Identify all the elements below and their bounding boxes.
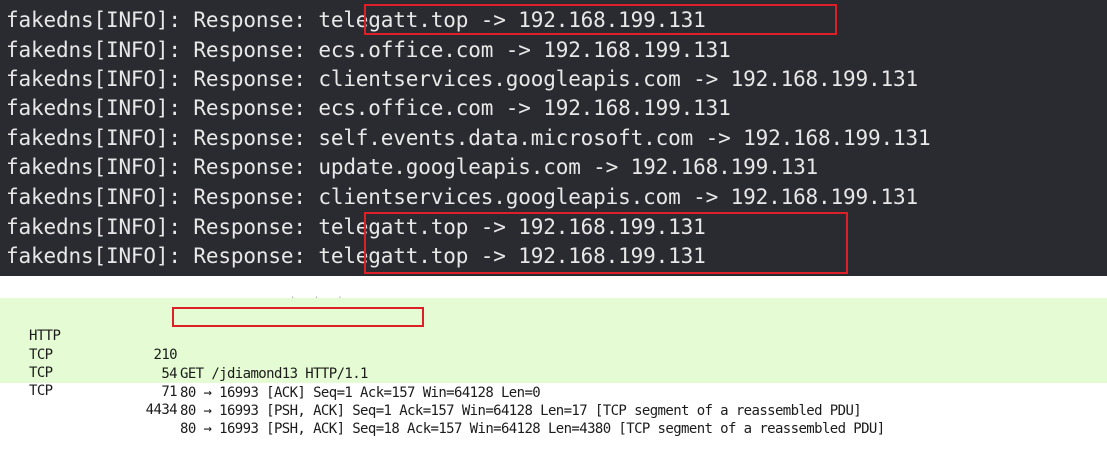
dns-response-entry: telegatt.top -> 192.168.199.131	[318, 8, 706, 32]
dns-response-entry: self.events.data.microsoft.com -> 192.16…	[318, 126, 931, 150]
dns-response-entry: clientservices.googleapis.com -> 192.168…	[318, 67, 918, 91]
packet-length: 71	[161, 384, 177, 400]
dns-response-entry: update.googleapis.com -> 192.168.199.131	[318, 155, 819, 179]
separator	[0, 276, 1107, 298]
packet-row[interactable]: TCP 4434 80 → 16993 [PSH, ACK] Seq=18 Ac…	[0, 363, 1107, 437]
packet-info: 80 → 16993 [PSH, ACK] Seq=18 Ack=157 Win…	[180, 421, 885, 437]
log-prefix: fakedns[INFO]: Response:	[6, 155, 319, 179]
dns-log-line: fakedns[INFO]: Response: ecs.office.com …	[6, 37, 731, 64]
packet-length: 4434	[145, 402, 178, 418]
dns-log-line: fakedns[INFO]: Response: telegatt.top ->…	[6, 243, 706, 270]
log-prefix: fakedns[INFO]: Response:	[6, 126, 319, 150]
packet-row[interactable]: TCP 71 80 → 16993 [PSH, ACK] Seq=1 Ack=1…	[0, 345, 1107, 419]
dns-log-line: fakedns[INFO]: Response: update.googleap…	[6, 154, 818, 181]
dns-response-entry: clientservices.googleapis.com -> 192.168…	[318, 185, 918, 209]
dns-log-line: fakedns[INFO]: Response: clientservices.…	[6, 66, 918, 93]
log-prefix: fakedns[INFO]: Response:	[6, 96, 319, 120]
log-prefix: fakedns[INFO]: Response:	[6, 215, 319, 239]
log-prefix: fakedns[INFO]: Response:	[6, 38, 319, 62]
packet-row[interactable]: HTTP 210 GET /jdiamond13 HTTP/1.1	[0, 308, 1107, 382]
packet-protocol: TCP	[29, 383, 53, 399]
packet-list: HTTP 210 GET /jdiamond13 HTTP/1.1 TCP 54…	[0, 298, 1107, 437]
packet-info: 80 → 16993 [PSH, ACK] Seq=1 Ack=157 Win=…	[180, 403, 862, 419]
log-prefix: fakedns[INFO]: Response:	[6, 67, 319, 91]
packet-row[interactable]: TCP 54 80 → 16993 [ACK] Seq=1 Ack=157 Wi…	[0, 327, 1107, 401]
packet-info: 80 → 16993 [ACK] Seq=1 Ack=157 Win=64128…	[180, 385, 541, 401]
terminal-output: fakedns[INFO]: Response: telegatt.top ->…	[0, 0, 1107, 276]
dns-log-line: fakedns[INFO]: Response: telegatt.top ->…	[6, 7, 706, 34]
dns-log-line: fakedns[INFO]: Response: clientservices.…	[6, 184, 918, 211]
dns-response-entry: telegatt.top -> 192.168.199.131	[318, 244, 706, 268]
dns-log-line: fakedns[INFO]: Response: telegatt.top ->…	[6, 214, 706, 241]
log-prefix: fakedns[INFO]: Response:	[6, 244, 319, 268]
dns-log-line: fakedns[INFO]: Response: ecs.office.com …	[6, 95, 731, 122]
log-prefix: fakedns[INFO]: Response:	[6, 185, 319, 209]
dns-response-entry: telegatt.top -> 192.168.199.131	[318, 215, 706, 239]
dns-response-entry: ecs.office.com -> 192.168.199.131	[318, 96, 731, 120]
log-prefix: fakedns[INFO]: Response:	[6, 8, 319, 32]
dns-response-entry: ecs.office.com -> 192.168.199.131	[318, 38, 731, 62]
dns-log-line: fakedns[INFO]: Response: self.events.dat…	[6, 125, 931, 152]
